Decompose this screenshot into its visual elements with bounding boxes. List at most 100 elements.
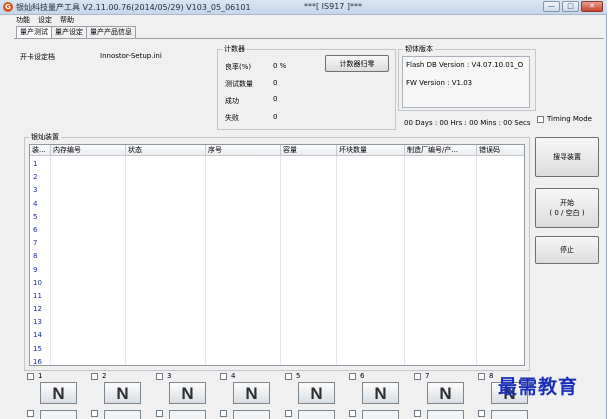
maximize-button[interactable]: □ bbox=[562, 1, 579, 12]
table-row[interactable]: 16 bbox=[30, 356, 524, 365]
col-device[interactable]: 装... bbox=[30, 145, 51, 156]
slot-checkbox[interactable] bbox=[285, 410, 292, 417]
slot-checkbox[interactable] bbox=[478, 373, 485, 380]
minimize-button[interactable]: — bbox=[543, 1, 560, 12]
slot-checkbox[interactable] bbox=[156, 410, 163, 417]
slot-checkbox[interactable] bbox=[27, 373, 34, 380]
slot-checkbox[interactable] bbox=[349, 410, 356, 417]
slot-checkbox[interactable] bbox=[220, 373, 227, 380]
slot-button[interactable]: N bbox=[233, 382, 270, 404]
tab-strip: 量产测试 量产设定 量产产品信息 bbox=[16, 26, 136, 39]
col-serial[interactable]: 序号 bbox=[206, 145, 281, 156]
table-row[interactable]: 3 bbox=[30, 184, 524, 197]
slot-checkbox[interactable] bbox=[349, 373, 356, 380]
table-row[interactable]: 7 bbox=[30, 237, 524, 250]
port-slot: 7 N bbox=[414, 372, 474, 419]
test-count-label: 测试数量 bbox=[225, 80, 253, 88]
slot-number: 2 bbox=[102, 372, 107, 380]
table-row[interactable]: 13 bbox=[30, 316, 524, 329]
test-count-value: 0 bbox=[273, 79, 278, 87]
menu-help[interactable]: 帮助 bbox=[60, 15, 74, 26]
stop-label: 停止 bbox=[560, 246, 574, 254]
table-row[interactable]: 12 bbox=[30, 303, 524, 316]
flash-db-version: Flash DB Version : V4.07.10.01_O bbox=[406, 61, 524, 69]
slot-number: 4 bbox=[231, 372, 236, 380]
tab-panel-border bbox=[14, 38, 604, 39]
device-rows: 1 2 3 4 5 6 7 8 9 10 11 12 13 14 15 16 bbox=[30, 158, 524, 365]
port-slot: 5 N bbox=[285, 372, 345, 419]
slot-button[interactable] bbox=[233, 410, 270, 419]
slot-button[interactable]: N bbox=[169, 382, 206, 404]
table-row[interactable]: 10 bbox=[30, 277, 524, 290]
table-row[interactable]: 14 bbox=[30, 329, 524, 342]
fail-value: 0 bbox=[273, 113, 278, 121]
slot-button[interactable] bbox=[298, 410, 335, 419]
tab-product-info[interactable]: 量产产品信息 bbox=[86, 26, 136, 38]
slot-button[interactable] bbox=[491, 410, 528, 419]
slot-button[interactable] bbox=[362, 410, 399, 419]
device-id-title: ***[ IS917 ]*** bbox=[304, 2, 363, 11]
port-slot: 3 N bbox=[156, 372, 216, 419]
slot-checkbox[interactable] bbox=[414, 373, 421, 380]
search-device-button[interactable]: 搜寻装置 bbox=[535, 137, 599, 177]
yield-label: 良率(%) bbox=[225, 63, 252, 71]
slot-button[interactable]: N bbox=[40, 382, 77, 404]
reset-counter-button[interactable]: 计数器归零 bbox=[325, 55, 389, 72]
counter-legend: 计数器 bbox=[224, 45, 245, 53]
col-memory-id[interactable]: 内存编号 bbox=[51, 145, 126, 156]
stop-button[interactable]: 停止 bbox=[535, 236, 599, 264]
title-bar[interactable]: G 银灿科技量产工具 V2.11.00.76(2014/05/29) V103_… bbox=[0, 0, 607, 15]
slot-checkbox[interactable] bbox=[220, 410, 227, 417]
col-status[interactable]: 状态 bbox=[126, 145, 206, 156]
slot-button[interactable] bbox=[40, 410, 77, 419]
close-button[interactable]: ✕ bbox=[581, 1, 603, 12]
table-row[interactable]: 9 bbox=[30, 264, 524, 277]
slot-number: 3 bbox=[167, 372, 172, 380]
slot-checkbox[interactable] bbox=[414, 410, 421, 417]
port-slot: 2 N bbox=[91, 372, 151, 419]
table-row[interactable]: 15 bbox=[30, 343, 524, 356]
table-row[interactable]: 5 bbox=[30, 211, 524, 224]
port-slot: 1 N bbox=[27, 372, 87, 419]
timing-mode-option[interactable]: Timing Mode bbox=[537, 115, 592, 123]
table-row[interactable]: 6 bbox=[30, 224, 524, 237]
success-label: 成功 bbox=[225, 97, 239, 105]
col-bad-blocks[interactable]: 坏块数量 bbox=[337, 145, 405, 156]
table-row[interactable]: 1 bbox=[30, 158, 524, 171]
slot-checkbox[interactable] bbox=[478, 410, 485, 417]
slot-button[interactable] bbox=[104, 410, 141, 419]
start-button[interactable]: 开始 ( 0 / 空白 ) bbox=[535, 188, 599, 228]
menu-function[interactable]: 功能 bbox=[16, 15, 30, 26]
table-row[interactable]: 8 bbox=[30, 250, 524, 263]
slot-checkbox[interactable] bbox=[91, 373, 98, 380]
window-title: 银灿科技量产工具 V2.11.00.76(2014/05/29) V103_05… bbox=[16, 3, 251, 12]
slot-checkbox[interactable] bbox=[27, 410, 34, 417]
slot-button[interactable]: N bbox=[362, 382, 399, 404]
port-slots: 1 N 2 N 3 N 4 N 5 N 6 N 7 N 8 N bbox=[27, 372, 528, 419]
slot-number: 7 bbox=[425, 372, 430, 380]
elapsed-time: 00 Days : 00 Hrs : 00 Mins : 00 Secs bbox=[404, 119, 531, 127]
slot-checkbox[interactable] bbox=[91, 410, 98, 417]
device-table[interactable]: 装... 内存编号 状态 序号 容量 坏块数量 制造厂编号/产... 错误码 1… bbox=[29, 144, 525, 366]
slot-button[interactable] bbox=[427, 410, 464, 419]
table-row[interactable]: 2 bbox=[30, 171, 524, 184]
device-table-header: 装... 内存编号 状态 序号 容量 坏块数量 制造厂编号/产... 错误码 bbox=[30, 145, 524, 156]
app-window: G 银灿科技量产工具 V2.11.00.76(2014/05/29) V103_… bbox=[0, 0, 607, 419]
col-capacity[interactable]: 容量 bbox=[281, 145, 337, 156]
slot-button[interactable] bbox=[169, 410, 206, 419]
table-row[interactable]: 11 bbox=[30, 290, 524, 303]
slot-checkbox[interactable] bbox=[156, 373, 163, 380]
start-label: 开始 bbox=[560, 199, 574, 207]
slot-button[interactable]: N bbox=[104, 382, 141, 404]
tab-production-settings[interactable]: 量产设定 bbox=[51, 26, 87, 38]
timing-mode-checkbox[interactable] bbox=[537, 115, 544, 123]
col-manufacturer[interactable]: 制造厂编号/产... bbox=[405, 145, 477, 156]
col-error-code[interactable]: 错误码 bbox=[477, 145, 524, 156]
slot-button[interactable]: N bbox=[298, 382, 335, 404]
slot-checkbox[interactable] bbox=[285, 373, 292, 380]
device-group-legend: 银灿装置 bbox=[31, 133, 59, 141]
table-row[interactable]: 4 bbox=[30, 198, 524, 211]
menu-settings[interactable]: 设定 bbox=[38, 15, 52, 26]
open-card-file: Innostor-Setup.ini bbox=[100, 52, 162, 60]
slot-button[interactable]: N bbox=[427, 382, 464, 404]
